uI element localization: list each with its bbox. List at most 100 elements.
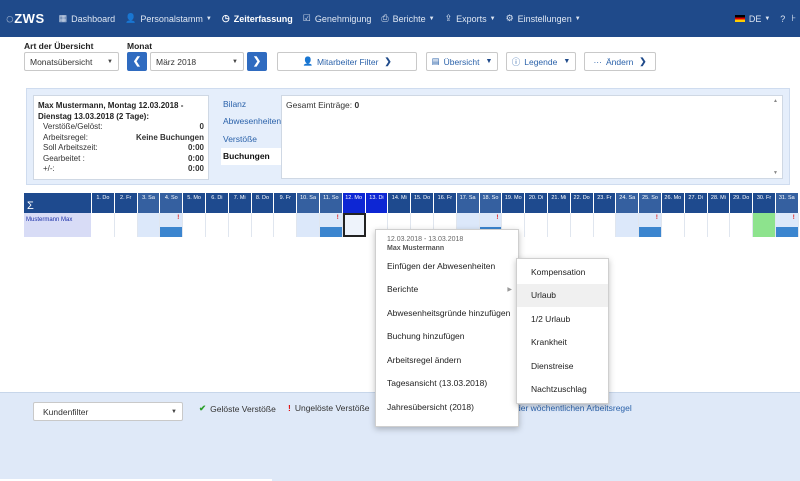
day-cell[interactable]: [205, 213, 229, 237]
day-cell[interactable]: [525, 213, 548, 237]
help-button[interactable]: ? ⊦: [780, 13, 796, 24]
scroll-up-icon[interactable]: ▲: [773, 98, 778, 104]
day-header[interactable]: 27. Di: [684, 193, 708, 213]
day-cell[interactable]: !: [319, 213, 343, 237]
context-menu-employee: Max Mustermann: [387, 245, 445, 252]
detail-scrollbar[interactable]: ▲ ▼: [773, 98, 780, 176]
prev-month-button[interactable]: ❮: [127, 52, 147, 71]
day-cell[interactable]: [183, 213, 206, 237]
nav-item-zeiterfassung[interactable]: ◷ Zeiterfassung: [222, 13, 293, 24]
day-cell[interactable]: [593, 213, 617, 237]
uebersicht-button[interactable]: ▤ Übersicht ▼: [426, 52, 498, 71]
day-cell[interactable]: [297, 213, 320, 237]
context-menu-item[interactable]: Jahresübersicht (2018): [376, 395, 518, 419]
day-header[interactable]: 4. So: [160, 193, 184, 213]
day-header[interactable]: 18. So: [479, 193, 503, 213]
day-header[interactable]: 29. Do: [730, 193, 754, 213]
day-header[interactable]: 7. Mi: [228, 193, 252, 213]
day-cell[interactable]: !: [775, 213, 799, 237]
submenu-item[interactable]: Kompensation: [517, 260, 608, 284]
day-header[interactable]: 11. So: [319, 193, 343, 213]
day-header[interactable]: 22. Do: [570, 193, 594, 213]
nav-item-dashboard[interactable]: ▦ Dashboard: [59, 13, 116, 24]
day-header[interactable]: 24. Sa: [616, 193, 640, 213]
day-header[interactable]: 26. Mo: [661, 193, 685, 213]
nav-item-exports[interactable]: ⇪ Exports ▼: [445, 13, 496, 24]
day-cell[interactable]: !: [639, 213, 662, 237]
day-header[interactable]: 17. Sa: [456, 193, 480, 213]
day-cell[interactable]: [753, 213, 776, 237]
nav-item-genehmigung[interactable]: ☑ Genehmigung: [303, 13, 372, 24]
day-cell[interactable]: [616, 213, 640, 237]
day-header[interactable]: 8. Do: [251, 193, 275, 213]
day-status-bar: [319, 227, 342, 237]
next-month-button[interactable]: ❯: [247, 52, 267, 71]
day-cell[interactable]: [228, 213, 252, 237]
day-header[interactable]: 28. Mi: [707, 193, 731, 213]
day-header[interactable]: 9. Fr: [274, 193, 298, 213]
context-menu-item[interactable]: Tagesansicht (13.03.2018): [376, 372, 518, 396]
day-header[interactable]: 19. Mo: [502, 193, 526, 213]
day-cell[interactable]: [570, 213, 594, 237]
tab-verstöße[interactable]: Verstöße: [221, 130, 281, 148]
day-cell[interactable]: [251, 213, 275, 237]
day-header[interactable]: 3. Sa: [137, 193, 161, 213]
entries-total-value: 0: [354, 100, 360, 110]
day-header[interactable]: 21. Mi: [547, 193, 571, 213]
day-header[interactable]: 15. Do: [411, 193, 434, 213]
day-cell[interactable]: [114, 213, 138, 237]
day-header[interactable]: 2. Fr: [114, 193, 138, 213]
day-header[interactable]: 25. So: [639, 193, 662, 213]
user-menu-icon[interactable]: ⊦: [791, 13, 796, 24]
day-cell[interactable]: [274, 213, 298, 237]
day-cell[interactable]: !: [160, 213, 184, 237]
mitarbeiter-filter-button[interactable]: 👤 Mitarbeiter Filter ❯: [277, 52, 417, 71]
submenu-item[interactable]: Nachtzuschlag: [517, 378, 608, 402]
day-header[interactable]: 13. Di: [365, 193, 389, 213]
submenu-item[interactable]: 1/2 Urlaub: [517, 307, 608, 331]
nav-item-einstellungen[interactable]: ⚙ Einstellungen ▼: [506, 13, 581, 24]
day-cell[interactable]: [92, 213, 115, 237]
context-menu-item[interactable]: Abwesenheitsgründe hinzufügen: [376, 301, 518, 325]
day-header[interactable]: 1. Do: [92, 193, 115, 213]
month-select[interactable]: März 2018 ▼: [150, 52, 244, 71]
submenu-item[interactable]: Dienstreise: [517, 354, 608, 378]
nav-item-personalstamm[interactable]: 👤 Personalstamm ▼: [125, 13, 212, 24]
context-menu-item[interactable]: Einfügen der Abwesenheiten: [376, 254, 518, 278]
day-header[interactable]: 16. Fr: [433, 193, 457, 213]
art-uebersicht-select[interactable]: Monatsübersicht ▼: [24, 52, 119, 71]
context-menu-item[interactable]: Arbeitsregel ändern: [376, 348, 518, 372]
day-header[interactable]: 6. Di: [205, 193, 229, 213]
language-selector[interactable]: DE ▼: [734, 14, 770, 24]
day-cell[interactable]: [684, 213, 708, 237]
day-header[interactable]: 12. Mo: [342, 193, 366, 213]
day-cell[interactable]: [661, 213, 685, 237]
tab-abwesenheiten[interactable]: Abwesenheiten: [221, 113, 281, 131]
day-cell[interactable]: [730, 213, 754, 237]
submenu-item[interactable]: Krankheit: [517, 331, 608, 355]
day-header[interactable]: 31. Sa: [775, 193, 799, 213]
aendern-button[interactable]: ··· Ändern ❯: [584, 52, 656, 71]
day-header[interactable]: 30. Fr: [753, 193, 776, 213]
nav-item-berichte[interactable]: ⎙ Berichte ▼: [381, 13, 434, 24]
day-cell[interactable]: [342, 213, 366, 237]
day-header[interactable]: 14. Mi: [388, 193, 412, 213]
submenu-item[interactable]: Urlaub: [517, 283, 608, 307]
day-cell[interactable]: [707, 213, 731, 237]
day-cell[interactable]: [547, 213, 571, 237]
day-cell[interactable]: [137, 213, 161, 237]
legende-button[interactable]: ⓘ Legende ▼: [506, 52, 576, 71]
app-logo[interactable]: ◌ZWS: [6, 11, 45, 26]
scroll-down-icon[interactable]: ▼: [773, 170, 778, 176]
context-menu-item[interactable]: Buchung hinzufügen: [376, 325, 518, 349]
kundenfilter-select[interactable]: Kundenfilter ▼: [33, 402, 183, 421]
tab-bilanz[interactable]: Bilanz: [221, 95, 281, 113]
employee-name-cell[interactable]: Mustermann Max: [24, 213, 92, 237]
day-header[interactable]: 5. Mo: [183, 193, 206, 213]
context-menu-item[interactable]: Berichte ▶: [376, 278, 518, 302]
violation-flag-icon: !: [792, 215, 795, 221]
day-header[interactable]: 20. Di: [525, 193, 548, 213]
day-header[interactable]: 23. Fr: [593, 193, 617, 213]
day-header[interactable]: 10. Sa: [297, 193, 320, 213]
tab-buchungen[interactable]: Buchungen: [221, 147, 283, 165]
